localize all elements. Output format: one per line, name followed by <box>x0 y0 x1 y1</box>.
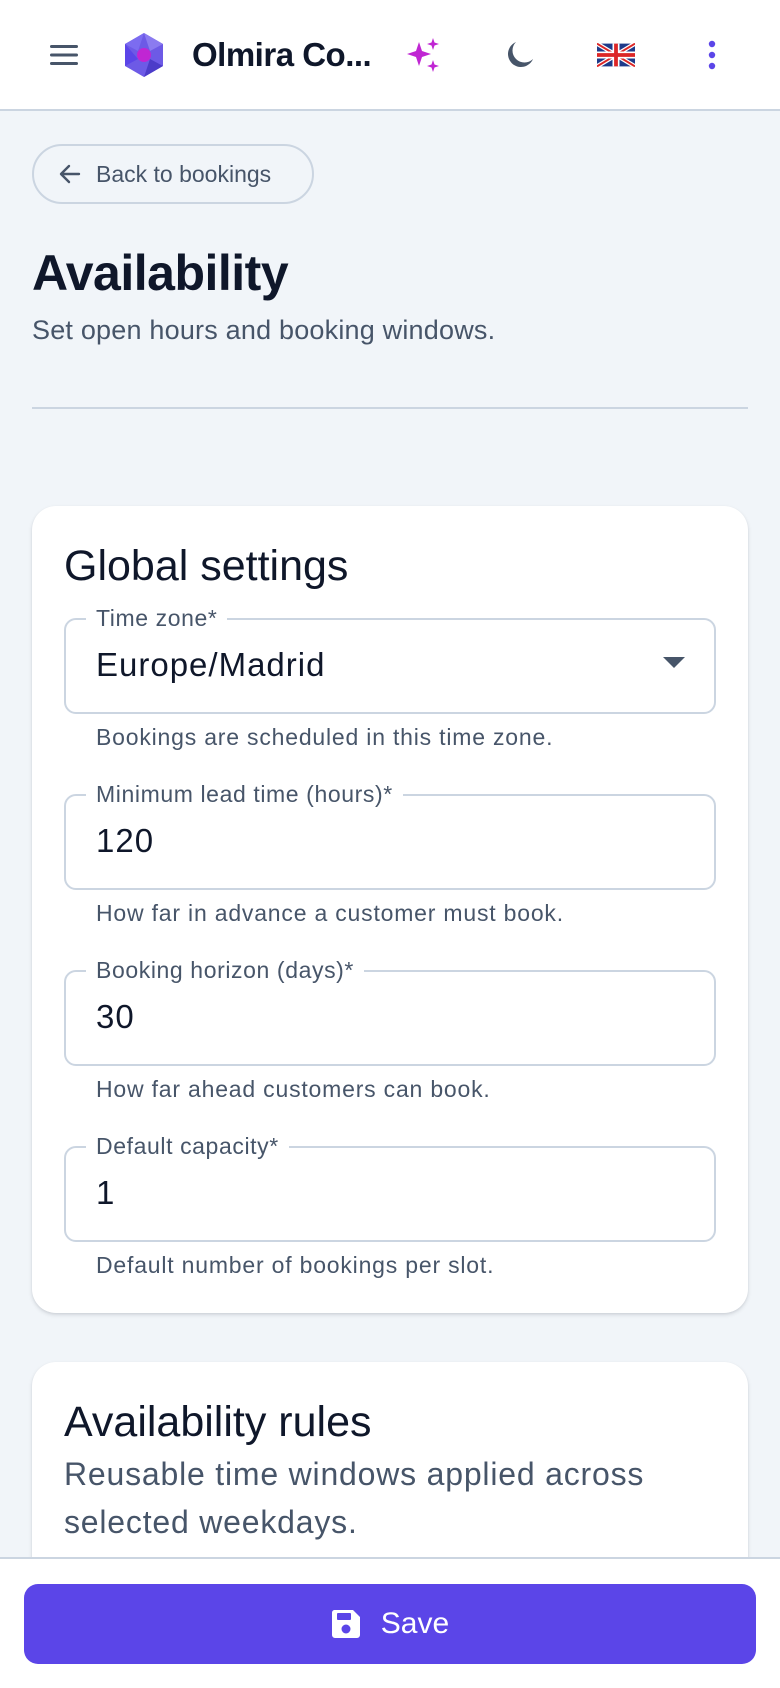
time-zone-helper: Bookings are scheduled in this time zone… <box>96 724 554 750</box>
chevron-down-icon <box>663 657 685 668</box>
global-settings-card: Global settings Time zone* Europe/Madrid… <box>32 506 748 1313</box>
booking-horizon-label: Booking horizon (days)* <box>86 957 364 984</box>
page-title: Availability <box>32 245 289 301</box>
default-capacity-input[interactable]: Default capacity* 1 <box>64 1133 716 1242</box>
theme-toggle-button[interactable] <box>492 27 548 83</box>
sparkle-icon <box>407 38 439 72</box>
menu-icon <box>50 45 78 65</box>
minimum-lead-time-input[interactable]: Minimum lead time (hours)* 120 <box>64 781 716 890</box>
bottom-action-bar: Save <box>0 1557 780 1688</box>
minimum-lead-time-helper: How far in advance a customer must book. <box>96 900 564 926</box>
logo-icon <box>120 31 168 79</box>
default-capacity-value: 1 <box>96 1174 116 1211</box>
app-bar: Olmira Co... <box>0 0 780 111</box>
app-title: Olmira Co... <box>192 36 372 73</box>
save-icon <box>331 1610 360 1638</box>
time-zone-select[interactable]: Time zone* Europe/Madrid <box>64 605 716 714</box>
arrow-left-icon <box>59 164 81 184</box>
time-zone-value: Europe/Madrid <box>96 646 326 683</box>
booking-horizon-value: 30 <box>96 998 135 1035</box>
back-button-label: Back to bookings <box>96 160 272 187</box>
minimum-lead-time-value: 120 <box>96 822 155 859</box>
global-settings-title: Global settings <box>64 542 349 590</box>
save-button-label: Save <box>380 1607 450 1640</box>
availability-rules-description: Reusable time windows applied across sel… <box>64 1456 645 1540</box>
minimum-lead-time-label: Minimum lead time (hours)* <box>86 781 403 808</box>
availability-rules-title: Availability rules <box>64 1398 372 1446</box>
save-button[interactable]: Save <box>24 1584 756 1664</box>
ai-assistant-button[interactable] <box>396 27 452 83</box>
language-button[interactable] <box>588 27 644 83</box>
uk-flag-icon <box>597 43 635 67</box>
booking-horizon-input[interactable]: Booking horizon (days)* 30 <box>64 957 716 1066</box>
more-vertical-icon <box>708 40 716 70</box>
divider <box>32 407 748 409</box>
booking-horizon-helper: How far ahead customers can book. <box>96 1076 491 1102</box>
time-zone-label: Time zone* <box>86 605 228 632</box>
default-capacity-label: Default capacity* <box>86 1133 289 1160</box>
moon-icon <box>508 42 533 67</box>
page-subtitle: Set open hours and booking windows. <box>32 315 496 345</box>
menu-button[interactable] <box>36 27 92 83</box>
more-options-button[interactable] <box>684 27 740 83</box>
default-capacity-helper: Default number of bookings per slot. <box>96 1252 495 1278</box>
back-to-bookings-button[interactable]: Back to bookings <box>32 144 314 204</box>
